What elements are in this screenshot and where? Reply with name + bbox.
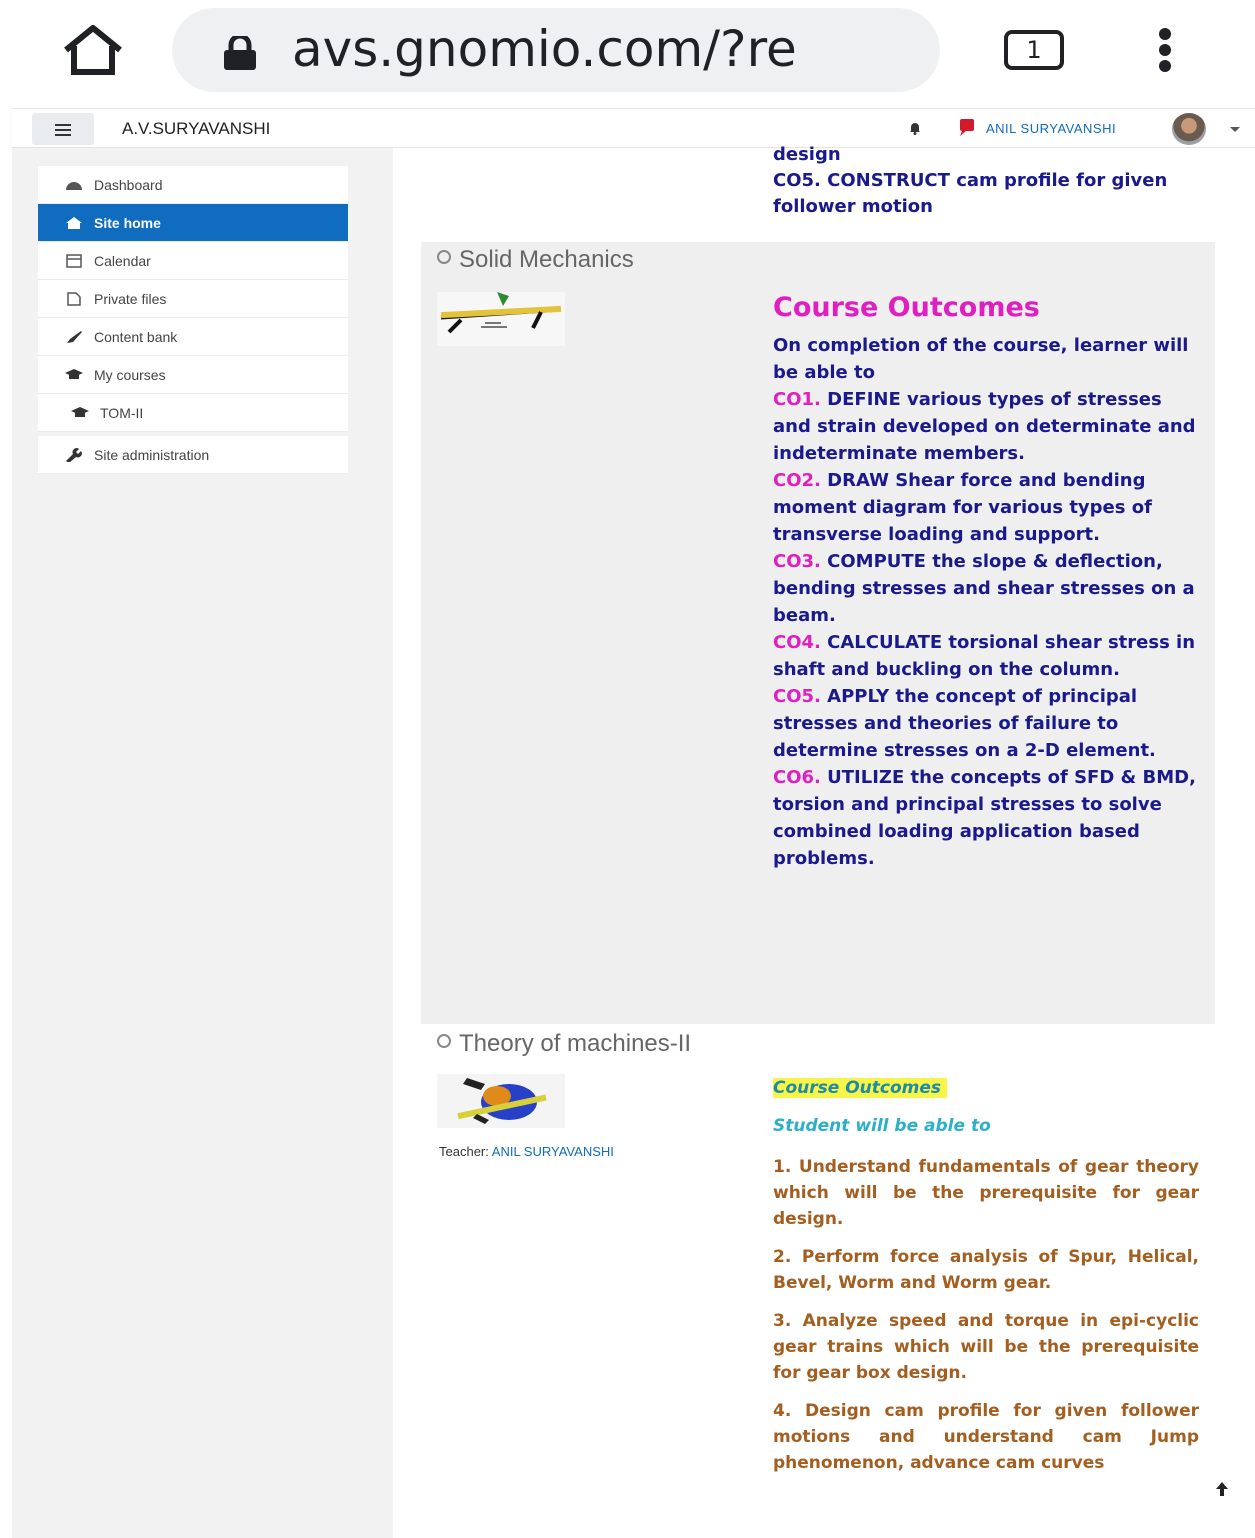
nav-label: Content bank [94, 329, 178, 345]
file-icon [67, 292, 81, 306]
course-outcome: CO1. DEFINE various types of stresses an… [773, 389, 1196, 464]
nav-site-home[interactable]: Site home [38, 204, 348, 242]
nav-label: Site home [94, 215, 161, 231]
teacher-link[interactable]: ANIL SURYAVANSHI [492, 1144, 614, 1159]
course-box-solid-mechanics: Solid Mechanics Course Outcomes On compl… [421, 242, 1215, 1024]
drawer-toggle-button[interactable] [32, 113, 94, 145]
site-name[interactable]: A.V.SURYAVANSHI [122, 119, 270, 139]
nav-label: Site administration [94, 447, 210, 463]
course-teacher: Teacher: ANIL SURYAVANSHI [439, 1144, 614, 1159]
course-outcomes-heading: Course Outcomes [773, 1078, 948, 1098]
nav-card-main: Dashboard Site home Calendar Private fil… [38, 166, 348, 432]
bell-icon[interactable] [908, 121, 922, 135]
previous-line-1: design [773, 144, 841, 165]
address-bar[interactable]: avs.gnomio.com/?re [172, 8, 940, 92]
course-title-text: Theory of machines-II [459, 1030, 692, 1057]
nav-my-courses[interactable]: My courses [38, 356, 348, 394]
previous-line-2: CO5. CONSTRUCT cam profile for given fol… [773, 170, 1168, 217]
calendar-icon [66, 254, 82, 268]
course-outcomes-heading: Course Outcomes [773, 292, 1040, 323]
course-image-theory-of-machines[interactable] [437, 1074, 565, 1128]
user-menu-name[interactable]: ANIL SURYAVANSHI [986, 121, 1116, 136]
move-icon [437, 250, 451, 264]
course-title[interactable]: Theory of machines-II [437, 1030, 691, 1058]
course-list: design CO5. CONSTRUCT cam profile for gi… [377, 144, 1255, 1538]
course-outcome: CO4. CALCULATE torsional shear stress in… [773, 632, 1196, 680]
course-outcome: 4. Design cam profile for given follower… [773, 1401, 1199, 1473]
course-title-text: Solid Mechanics [459, 246, 634, 273]
back-to-top-icon[interactable] [1214, 1480, 1230, 1498]
course-outcomes-body: On completion of the course, learner wil… [773, 332, 1205, 872]
teacher-label: Teacher: [439, 1144, 489, 1159]
brush-icon [67, 331, 82, 343]
course-outcomes-subheading: Student will be able to [773, 1116, 991, 1136]
nav-label: Dashboard [94, 177, 163, 193]
nav-private-files[interactable]: Private files [38, 280, 348, 318]
avatar[interactable] [1172, 113, 1206, 145]
home-icon [66, 217, 82, 229]
nav-drawer: Dashboard Site home Calendar Private fil… [12, 148, 377, 1538]
url-text: avs.gnomio.com/?re [292, 20, 797, 78]
nav-label: TOM-II [100, 405, 144, 421]
nav-label: Private files [94, 291, 167, 307]
course-intro: On completion of the course, learner wil… [773, 335, 1189, 383]
nav-label: Calendar [94, 253, 151, 269]
tab-switcher-button[interactable]: 1 [1004, 30, 1064, 70]
lock-icon [224, 36, 256, 70]
nav-label: My courses [94, 367, 166, 383]
nav-card-admin: Site administration [38, 436, 348, 474]
wrench-icon [66, 448, 82, 462]
nav-dashboard[interactable]: Dashboard [38, 166, 348, 204]
course-image-solid-mechanics[interactable] [437, 292, 565, 346]
course-outcome: 2. Perform force analysis of Spur, Helic… [773, 1247, 1199, 1293]
dashboard-icon [66, 182, 82, 190]
graduation-cap-icon [65, 369, 83, 379]
browser-menu-icon[interactable] [1150, 28, 1180, 72]
browser-toolbar: avs.gnomio.com/?re 1 [0, 0, 1255, 108]
course-outcome: 3. Analyze speed and torque in epi-cycli… [773, 1311, 1199, 1383]
course-box-theory-of-machines: Theory of machines-II Teacher: ANIL SURY… [421, 1026, 1215, 1538]
course-outcome: CO5. APPLY the concept of principal stre… [773, 686, 1156, 761]
messages-icon[interactable] [956, 117, 978, 137]
course-outcome: CO6. UTILIZE the concepts of SFD & BMD, … [773, 767, 1196, 869]
course-outcome: CO2. DRAW Shear force and bending moment… [773, 470, 1152, 545]
chevron-down-icon[interactable] [1230, 127, 1240, 132]
course-outcomes-list: 1. Understand fundamentals of gear theor… [773, 1154, 1199, 1488]
home-icon[interactable] [58, 22, 128, 78]
nav-calendar[interactable]: Calendar [38, 242, 348, 280]
move-icon [437, 1034, 451, 1048]
course-outcome: 1. Understand fundamentals of gear theor… [773, 1157, 1199, 1229]
graduation-cap-icon [71, 407, 89, 417]
nav-content-bank[interactable]: Content bank [38, 318, 348, 356]
nav-site-administration[interactable]: Site administration [38, 436, 348, 474]
course-outcome: CO3. COMPUTE the slope & deflection, ben… [773, 551, 1195, 626]
course-title[interactable]: Solid Mechanics [437, 246, 634, 274]
nav-course-tom-ii[interactable]: TOM-II [38, 394, 348, 432]
previous-course-tail: design CO5. CONSTRUCT cam profile for gi… [773, 142, 1213, 220]
